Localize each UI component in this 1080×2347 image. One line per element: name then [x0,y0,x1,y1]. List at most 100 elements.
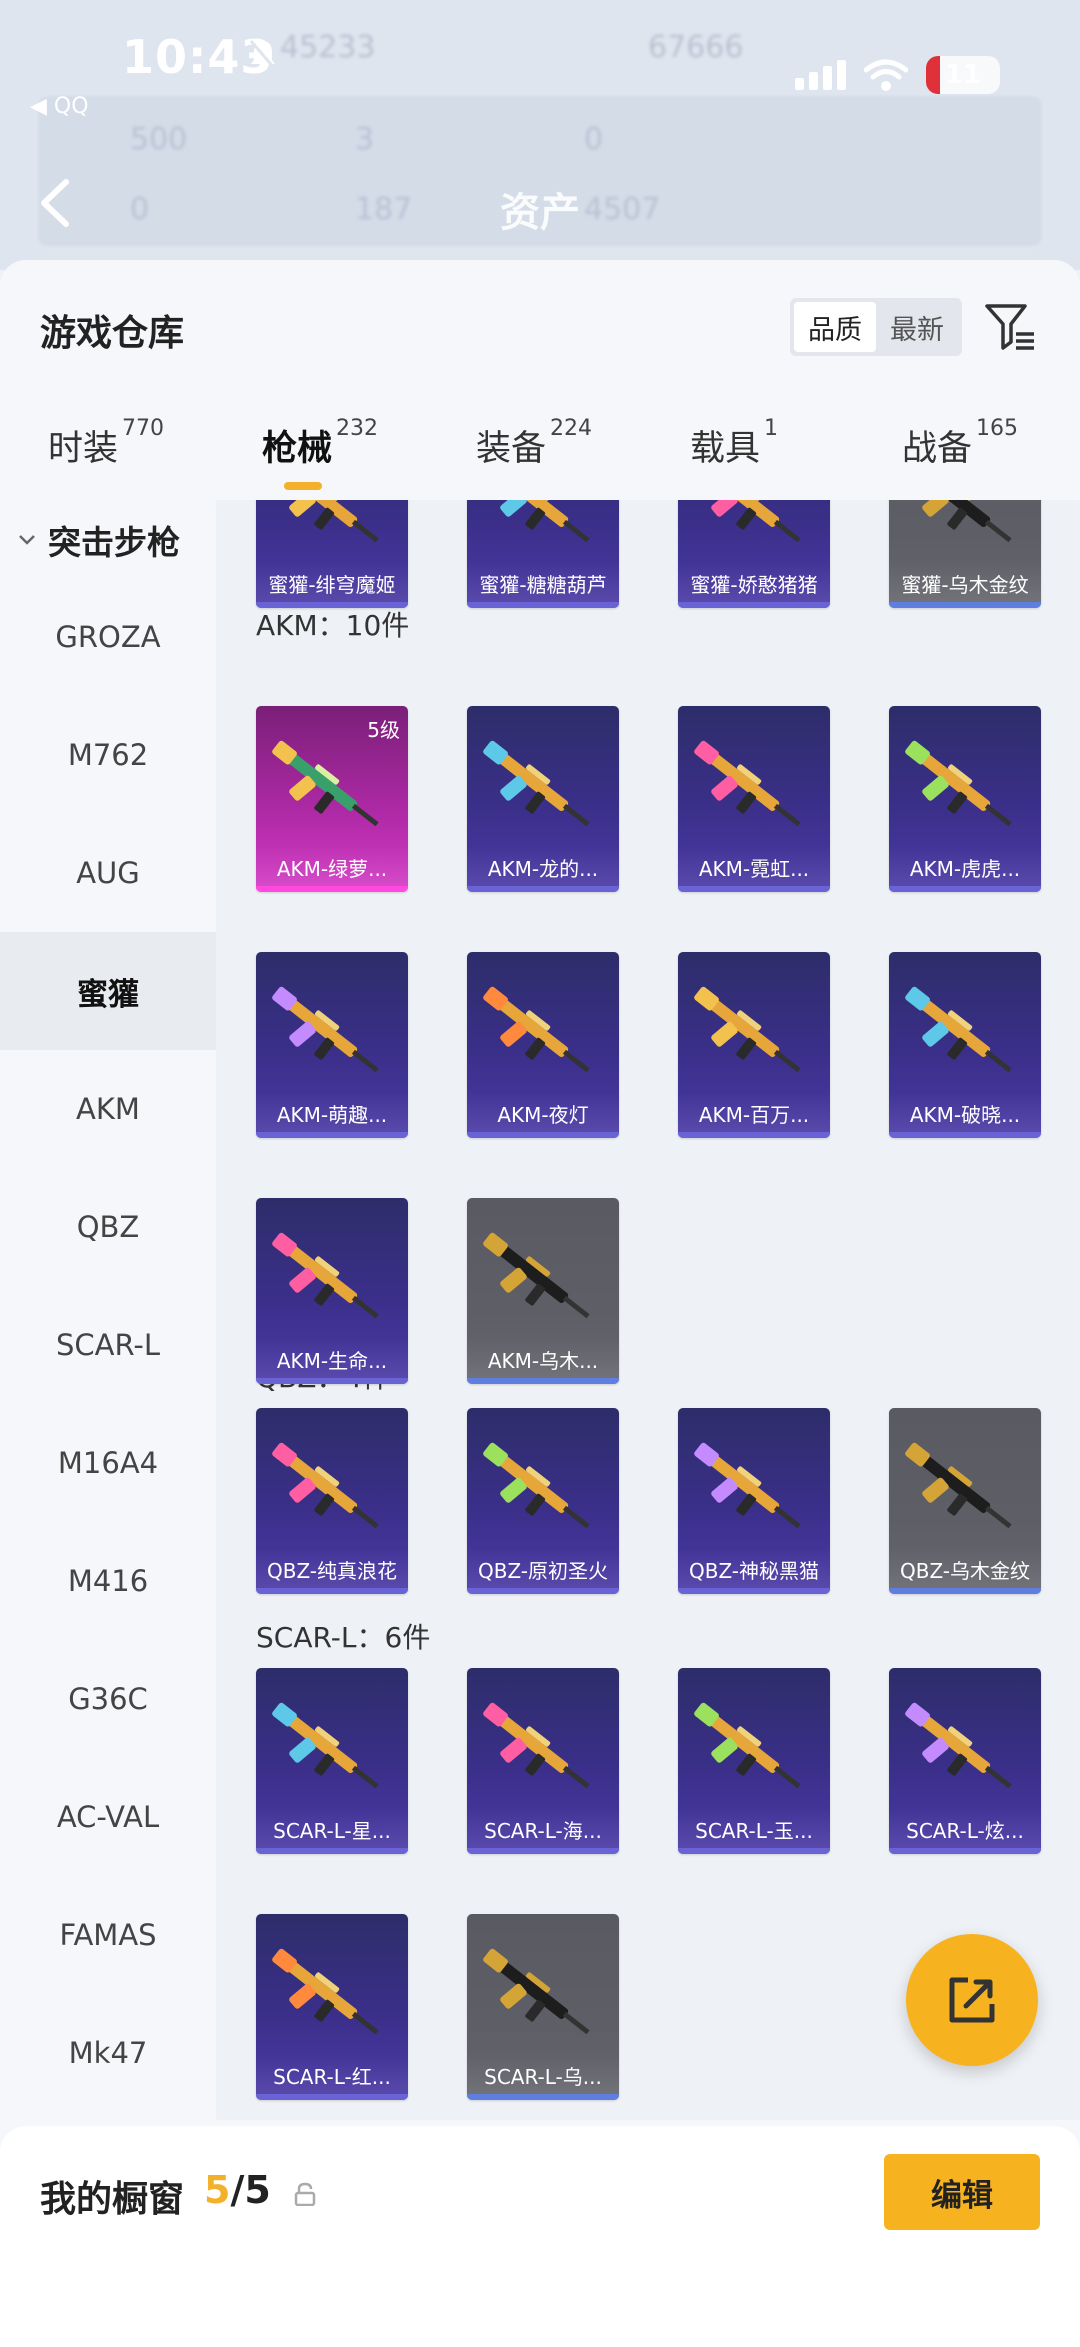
tab-firearms[interactable]: 枪械 232 [262,416,378,500]
sidebar-item-akm[interactable]: AKM [0,1050,216,1168]
sidebar-item-m762[interactable]: M762 [0,696,216,814]
section-label-akm: AKM：10件 [256,609,410,642]
weapon-name: AKM-夜灯 [497,1103,589,1127]
weapon-card[interactable]: QBZ-乌木金纹 [889,1408,1041,1594]
sort-newest-button[interactable]: 最新 [876,302,958,352]
weapon-card[interactable]: AKM-霓虹... [678,706,830,892]
tab-label: 枪械 [262,429,333,469]
sidebar-item-aug[interactable]: AUG [0,814,216,932]
weapon-card[interactable]: AKM-龙的... [467,706,619,892]
gun-icon [286,500,379,543]
status-indicators: 11 [795,56,1000,94]
background-header: 45233 67666 500 3 0 0 187 4507 资产 10:43 … [0,0,1080,270]
tab-equipment[interactable]: 装备 224 [476,416,592,500]
sidebar-item-ac-val[interactable]: AC-VAL [0,1758,216,1876]
sort-quality-button[interactable]: 品质 [794,302,876,352]
panel-header: 游戏仓库 品质 最新 时装 770 枪械 232 装备 224 载具 1 战备 … [0,260,1080,500]
weapon-card[interactable]: 5级 AKM-绿萝... [256,706,408,892]
tab-label: 装备 [476,429,547,469]
weapon-card[interactable]: QBZ-纯真浪花 [256,1408,408,1594]
sidebar-item-scar-l[interactable]: SCAR-L [0,1286,216,1404]
level-badge: 5级 [367,718,400,742]
signal-icon [795,60,846,90]
sidebar-item-famas[interactable]: FAMAS [0,1876,216,1994]
showcase-total: /5 [230,2168,271,2212]
tab-fashion[interactable]: 时装 770 [48,416,164,500]
sort-toggle: 品质 最新 [790,298,962,356]
weapon-card[interactable]: AKM-夜灯 [467,952,619,1138]
weapon-card[interactable]: SCAR-L-红... [256,1914,408,2100]
weapon-card[interactable]: SCAR-L-炫... [889,1668,1041,1854]
sidebar-item-g36c[interactable]: G36C [0,1640,216,1758]
back-to-qq-link[interactable]: ◀ QQ [30,94,89,119]
gun-icon [483,986,590,1073]
weapon-card[interactable]: QBZ-原初圣火 [467,1408,619,1594]
sidebar-item-qbz[interactable]: QBZ [0,1168,216,1286]
weapon-card[interactable]: 蜜獾-娇憨猪猪 [678,500,830,608]
gun-icon [483,1442,590,1529]
weapon-name: SCAR-L-玉... [695,1819,813,1843]
weapon-card[interactable]: AKM-生命... [256,1198,408,1384]
weapon-name: 蜜獾-乌木金纹 [901,573,1029,597]
showcase-current: 5 [204,2168,231,2212]
sidebar-item-m416[interactable]: M416 [0,1522,216,1640]
weapon-name: 蜜獾-娇憨猪猪 [690,573,818,597]
weapon-card[interactable]: 蜜獾-乌木金纹 [889,500,1041,608]
back-arrow-icon[interactable] [36,178,76,228]
sidebar-item-m16a4[interactable]: M16A4 [0,1404,216,1522]
weapon-card[interactable]: QBZ-神秘黑猫 [678,1408,830,1594]
weapon-card[interactable]: AKM-虎虎... [889,706,1041,892]
weapon-card[interactable]: AKM-萌趣... [256,952,408,1138]
edit-button[interactable]: 编辑 [884,2154,1040,2230]
weapon-card[interactable]: AKM-破晓... [889,952,1041,1138]
gun-icon [694,1702,801,1789]
weapon-name: SCAR-L-海... [484,1819,602,1843]
weapon-card[interactable]: SCAR-L-玉... [678,1668,830,1854]
page-title: 游戏仓库 [40,313,185,354]
gun-icon [905,1702,1012,1789]
active-tab-indicator [284,482,322,490]
gun-icon [694,1442,801,1529]
weapon-card[interactable]: SCAR-L-乌... [467,1914,619,2100]
back-to-qq-label: QQ [53,94,89,119]
weapon-grid: AKM：10件 QBZ：4件 SCAR-L：6件 蜜獾-绯穹魔姬蜜獾-糖糖葫芦蜜… [216,500,1080,2120]
weapon-name: AKM-破晓... [909,1103,1021,1127]
weapon-card[interactable]: SCAR-L-海... [467,1668,619,1854]
gun-icon [694,986,801,1073]
weapon-card[interactable]: 蜜獾-糖糖葫芦 [467,500,619,608]
sidebar-item-mk47[interactable]: Mk47 [0,1994,216,2112]
tab-supplies[interactable]: 战备 165 [902,416,1018,500]
share-button[interactable] [906,1934,1038,2066]
sidebar-group-assault-rifles[interactable]: 突击步枪 [0,500,216,580]
weapon-name: AKM-百万... [698,1103,810,1127]
gun-icon [905,986,1012,1073]
weapon-name: QBZ-纯真浪花 [266,1559,398,1583]
showcase-bar: 我的橱窗 5/5 编辑 [0,2126,1080,2347]
weapon-card[interactable]: AKM-乌木... [467,1198,619,1384]
bg-value: 67666 [648,30,744,65]
bg-value: 3 [355,122,375,157]
tab-vehicles[interactable]: 载具 1 [690,416,778,500]
tab-label: 时装 [48,429,119,469]
bg-value: 500 [130,122,188,157]
gun-icon [272,1702,379,1789]
bg-value: 0 [130,192,150,227]
weapon-card[interactable]: SCAR-L-星... [256,1668,408,1854]
weapon-card[interactable]: 蜜獾-绯穹魔姬 [256,500,408,608]
sidebar-group-label: 突击步枪 [48,523,180,562]
gun-icon [483,740,590,827]
tab-count: 232 [336,416,379,441]
tab-count: 1 [764,416,779,441]
gun-icon [483,1232,590,1319]
share-icon [949,1977,995,2023]
sidebar-item-honey-badger[interactable]: 蜜獾 [0,932,216,1050]
lock-icon [294,2182,316,2206]
bg-value: 0 [584,122,604,157]
weapon-card[interactable]: AKM-百万... [678,952,830,1138]
weapon-sidebar: 突击步枪 GROZA M762 AUG 蜜獾 AKM QBZ SCAR-L M1… [0,500,216,2120]
gun-icon [272,1232,379,1319]
gun-icon [905,740,1012,827]
weapon-name: SCAR-L-星... [273,1819,391,1843]
sidebar-item-groza[interactable]: GROZA [0,578,216,696]
filter-icon[interactable] [984,300,1038,354]
